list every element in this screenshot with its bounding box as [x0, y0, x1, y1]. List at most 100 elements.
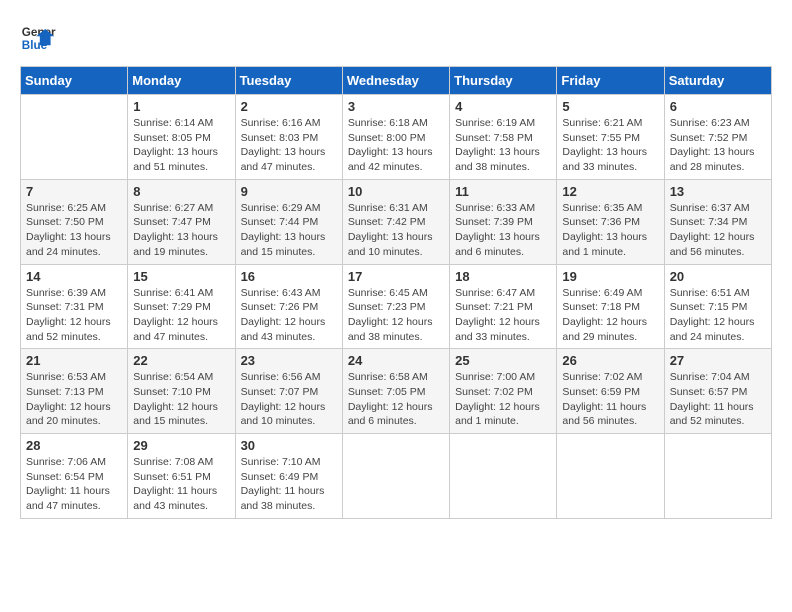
day-number: 10: [348, 184, 444, 199]
calendar-cell: 20 Sunrise: 6:51 AM Sunset: 7:15 PM Dayli…: [664, 264, 771, 349]
day-info: Sunrise: 6:29 AM Sunset: 7:44 PM Dayligh…: [241, 201, 337, 260]
calendar-week-row: 21 Sunrise: 6:53 AM Sunset: 7:13 PM Dayli…: [21, 349, 772, 434]
calendar-cell: 4 Sunrise: 6:19 AM Sunset: 7:58 PM Daylig…: [450, 95, 557, 180]
day-number: 16: [241, 269, 337, 284]
day-number: 26: [562, 353, 658, 368]
weekday-header: Tuesday: [235, 67, 342, 95]
day-info: Sunrise: 6:23 AM Sunset: 7:52 PM Dayligh…: [670, 116, 766, 175]
day-number: 12: [562, 184, 658, 199]
day-number: 22: [133, 353, 229, 368]
day-number: 29: [133, 438, 229, 453]
calendar-cell: 13 Sunrise: 6:37 AM Sunset: 7:34 PM Dayli…: [664, 179, 771, 264]
calendar-cell: 23Sunrise: 6:56 AM Sunset: 7:07 PM Dayli…: [235, 349, 342, 434]
calendar-cell: 7Sunrise: 6:25 AM Sunset: 7:50 PM Daylig…: [21, 179, 128, 264]
calendar-cell: 26 Sunrise: 7:02 AM Sunset: 6:59 PM Dayli…: [557, 349, 664, 434]
day-number: 19: [562, 269, 658, 284]
day-info: Sunrise: 6:43 AM Sunset: 7:26 PM Dayligh…: [241, 286, 337, 345]
day-info: Sunrise: 6:19 AM Sunset: 7:58 PM Dayligh…: [455, 116, 551, 175]
day-number: 8: [133, 184, 229, 199]
day-info: Sunrise: 6:27 AM Sunset: 7:47 PM Dayligh…: [133, 201, 229, 260]
day-info: Sunrise: 6:49 AM Sunset: 7:18 PM Dayligh…: [562, 286, 658, 345]
day-info: Sunrise: 6:56 AM Sunset: 7:07 PM Dayligh…: [241, 370, 337, 429]
weekday-header: Monday: [128, 67, 235, 95]
day-info: Sunrise: 6:41 AM Sunset: 7:29 PM Dayligh…: [133, 286, 229, 345]
day-info: Sunrise: 7:02 AM Sunset: 6:59 PM Dayligh…: [562, 370, 658, 429]
calendar-cell: 22 Sunrise: 6:54 AM Sunset: 7:10 PM Dayli…: [128, 349, 235, 434]
day-info: Sunrise: 7:08 AM Sunset: 6:51 PM Dayligh…: [133, 455, 229, 514]
logo-icon: General Blue: [20, 20, 56, 56]
day-info: Sunrise: 6:33 AM Sunset: 7:39 PM Dayligh…: [455, 201, 551, 260]
day-number: 5: [562, 99, 658, 114]
page-header: General Blue: [20, 20, 772, 56]
calendar-body: 1Sunrise: 6:14 AM Sunset: 8:05 PM Daylig…: [21, 95, 772, 519]
day-info: Sunrise: 6:21 AM Sunset: 7:55 PM Dayligh…: [562, 116, 658, 175]
calendar-cell: 17Sunrise: 6:45 AM Sunset: 7:23 PM Dayli…: [342, 264, 449, 349]
day-info: Sunrise: 7:06 AM Sunset: 6:54 PM Dayligh…: [26, 455, 122, 514]
day-info: Sunrise: 7:00 AM Sunset: 7:02 PM Dayligh…: [455, 370, 551, 429]
calendar-cell: [21, 95, 128, 180]
calendar-cell: 15 Sunrise: 6:41 AM Sunset: 7:29 PM Dayli…: [128, 264, 235, 349]
calendar-cell: 8 Sunrise: 6:27 AM Sunset: 7:47 PM Daylig…: [128, 179, 235, 264]
calendar-cell: [450, 434, 557, 519]
day-number: 28: [26, 438, 122, 453]
calendar-cell: 11 Sunrise: 6:33 AM Sunset: 7:39 PM Dayli…: [450, 179, 557, 264]
calendar-week-row: 14 Sunrise: 6:39 AM Sunset: 7:31 PM Dayli…: [21, 264, 772, 349]
day-number: 25: [455, 353, 551, 368]
day-number: 11: [455, 184, 551, 199]
day-info: Sunrise: 6:18 AM Sunset: 8:00 PM Dayligh…: [348, 116, 444, 175]
calendar-cell: 29 Sunrise: 7:08 AM Sunset: 6:51 PM Dayli…: [128, 434, 235, 519]
calendar-cell: 6 Sunrise: 6:23 AM Sunset: 7:52 PM Daylig…: [664, 95, 771, 180]
day-number: 14: [26, 269, 122, 284]
day-info: Sunrise: 6:53 AM Sunset: 7:13 PM Dayligh…: [26, 370, 122, 429]
weekday-header: Thursday: [450, 67, 557, 95]
calendar-cell: 28 Sunrise: 7:06 AM Sunset: 6:54 PM Dayli…: [21, 434, 128, 519]
day-number: 3: [348, 99, 444, 114]
day-number: 20: [670, 269, 766, 284]
calendar-cell: 12Sunrise: 6:35 AM Sunset: 7:36 PM Dayli…: [557, 179, 664, 264]
calendar-cell: 9 Sunrise: 6:29 AM Sunset: 7:44 PM Daylig…: [235, 179, 342, 264]
day-number: 6: [670, 99, 766, 114]
day-info: Sunrise: 6:37 AM Sunset: 7:34 PM Dayligh…: [670, 201, 766, 260]
day-info: Sunrise: 6:16 AM Sunset: 8:03 PM Dayligh…: [241, 116, 337, 175]
day-number: 24: [348, 353, 444, 368]
calendar-cell: 27 Sunrise: 7:04 AM Sunset: 6:57 PM Dayli…: [664, 349, 771, 434]
calendar-cell: 5 Sunrise: 6:21 AM Sunset: 7:55 PM Daylig…: [557, 95, 664, 180]
weekday-header: Friday: [557, 67, 664, 95]
calendar-cell: 16 Sunrise: 6:43 AM Sunset: 7:26 PM Dayli…: [235, 264, 342, 349]
day-info: Sunrise: 6:39 AM Sunset: 7:31 PM Dayligh…: [26, 286, 122, 345]
day-number: 2: [241, 99, 337, 114]
calendar-table: SundayMondayTuesdayWednesdayThursdayFrid…: [20, 66, 772, 519]
day-number: 1: [133, 99, 229, 114]
calendar-header-row: SundayMondayTuesdayWednesdayThursdayFrid…: [21, 67, 772, 95]
day-info: Sunrise: 7:04 AM Sunset: 6:57 PM Dayligh…: [670, 370, 766, 429]
calendar-cell: 2 Sunrise: 6:16 AM Sunset: 8:03 PM Daylig…: [235, 95, 342, 180]
weekday-header: Sunday: [21, 67, 128, 95]
logo: General Blue: [20, 20, 60, 56]
calendar-cell: [664, 434, 771, 519]
day-number: 4: [455, 99, 551, 114]
day-info: Sunrise: 7:10 AM Sunset: 6:49 PM Dayligh…: [241, 455, 337, 514]
calendar-cell: 14 Sunrise: 6:39 AM Sunset: 7:31 PM Dayli…: [21, 264, 128, 349]
day-number: 7: [26, 184, 122, 199]
day-number: 21: [26, 353, 122, 368]
day-info: Sunrise: 6:47 AM Sunset: 7:21 PM Dayligh…: [455, 286, 551, 345]
svg-text:General: General: [22, 26, 56, 39]
day-info: Sunrise: 6:54 AM Sunset: 7:10 PM Dayligh…: [133, 370, 229, 429]
calendar-cell: 21 Sunrise: 6:53 AM Sunset: 7:13 PM Dayli…: [21, 349, 128, 434]
day-info: Sunrise: 6:58 AM Sunset: 7:05 PM Dayligh…: [348, 370, 444, 429]
calendar-cell: 1Sunrise: 6:14 AM Sunset: 8:05 PM Daylig…: [128, 95, 235, 180]
calendar-week-row: 7Sunrise: 6:25 AM Sunset: 7:50 PM Daylig…: [21, 179, 772, 264]
day-info: Sunrise: 6:31 AM Sunset: 7:42 PM Dayligh…: [348, 201, 444, 260]
day-number: 18: [455, 269, 551, 284]
calendar-cell: 18 Sunrise: 6:47 AM Sunset: 7:21 PM Dayli…: [450, 264, 557, 349]
day-number: 30: [241, 438, 337, 453]
calendar-week-row: 1Sunrise: 6:14 AM Sunset: 8:05 PM Daylig…: [21, 95, 772, 180]
day-info: Sunrise: 6:51 AM Sunset: 7:15 PM Dayligh…: [670, 286, 766, 345]
calendar-cell: 24 Sunrise: 6:58 AM Sunset: 7:05 PM Dayli…: [342, 349, 449, 434]
day-number: 13: [670, 184, 766, 199]
calendar-cell: 25 Sunrise: 7:00 AM Sunset: 7:02 PM Dayli…: [450, 349, 557, 434]
day-number: 15: [133, 269, 229, 284]
day-number: 9: [241, 184, 337, 199]
weekday-header: Wednesday: [342, 67, 449, 95]
day-number: 27: [670, 353, 766, 368]
